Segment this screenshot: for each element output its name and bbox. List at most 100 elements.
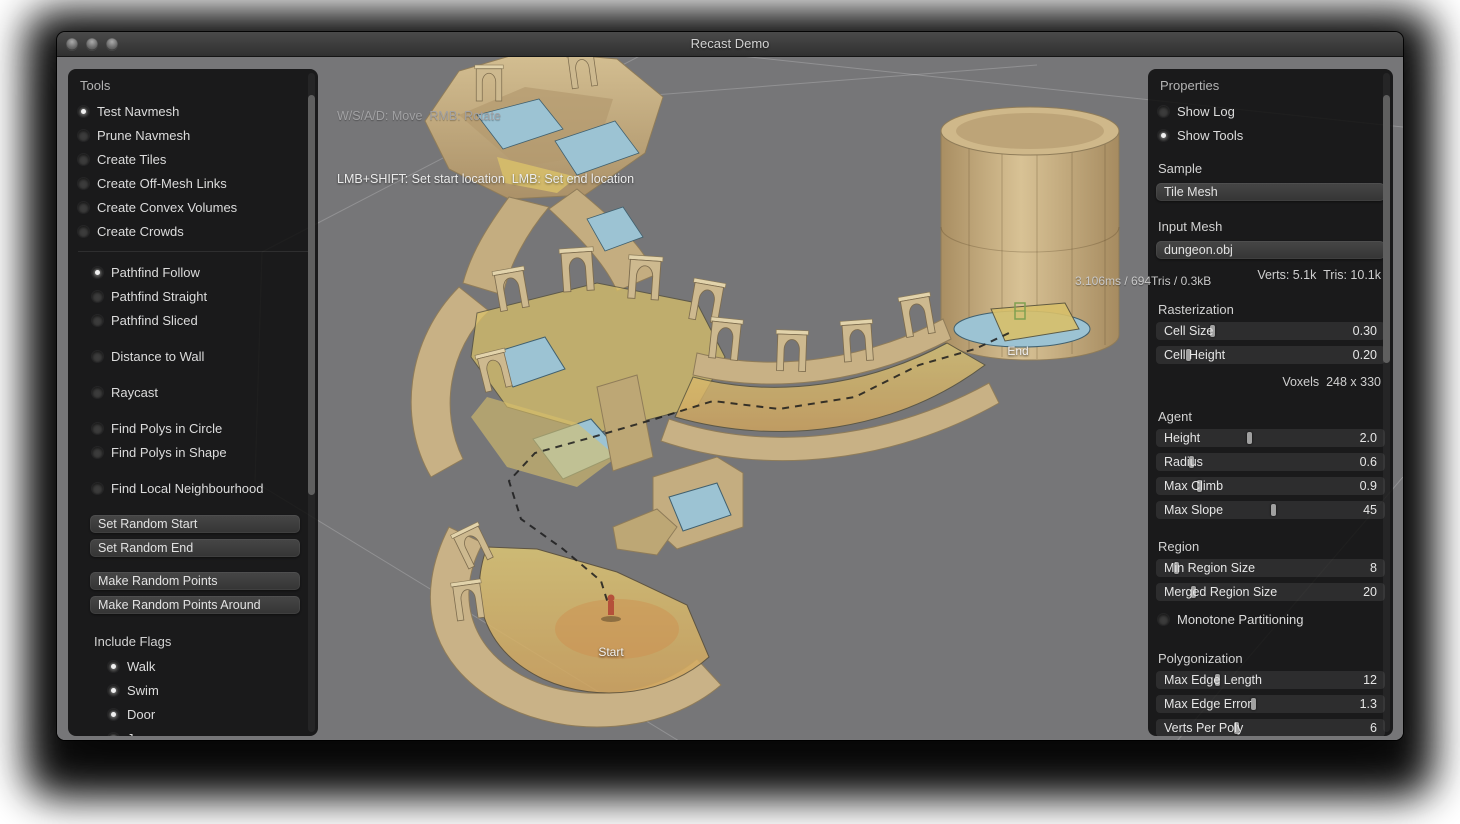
radio-checked-icon [108,733,119,737]
label: Pathfind Straight [111,289,207,304]
tool-option-list: Pathfind Follow Pathfind Straight Pathfind… [68,260,318,500]
tool-option-find-local-neighbourhood[interactable]: Find Local Neighbourhood [68,476,318,500]
label: Swim [127,683,159,698]
slider-value: 0.6 [1360,455,1377,469]
radio-checked-icon [108,661,119,672]
slider-label: Height [1164,431,1200,445]
slider-value: 0.20 [1353,348,1377,362]
tool-option-distance-to-wall[interactable]: Distance to Wall [68,344,318,368]
label: Show Tools [1177,128,1243,143]
radio-unchecked-icon [78,202,89,213]
sample-select[interactable]: Tile Mesh [1156,183,1385,201]
radio-unchecked-icon [78,178,89,189]
tools-scrollbar-thumb[interactable] [308,95,315,495]
radio-unchecked-icon [78,130,89,141]
properties-scrollbar[interactable] [1383,73,1390,732]
tool-mode-create-convex-volumes[interactable]: Create Convex Volumes [68,195,318,219]
properties-toggle-list: Show Log Show Tools [1148,99,1393,147]
slider-value: 6 [1370,721,1377,735]
radio-unchecked-icon [1158,614,1169,625]
include-flags-list: Walk Swim Door Jump [68,654,318,736]
slider-handle[interactable] [1247,432,1252,444]
label: Raycast [111,385,158,400]
tool-option-pathfind-follow[interactable]: Pathfind Follow [68,260,318,284]
toggle-show-log[interactable]: Show Log [1148,99,1393,123]
slider-value: 1.3 [1360,697,1377,711]
flag-jump[interactable]: Jump [68,726,318,736]
slider-value: 20 [1363,585,1377,599]
label: Distance to Wall [111,349,204,364]
flag-walk[interactable]: Walk [68,654,318,678]
slider-label: Verts Per Poly [1164,721,1243,735]
label: Create Convex Volumes [97,200,237,215]
label: Pathfind Sliced [111,313,198,328]
section-polygonization: PolygonizationMax Edge Length12 Max Edge … [1148,637,1393,736]
tool-mode-create-tiles[interactable]: Create Tiles [68,147,318,171]
screenshot-stage: Recast Demo [0,0,1460,824]
radio-unchecked-icon [92,291,103,302]
slider-max-edge-error[interactable]: Max Edge Error1.3 [1156,695,1385,713]
radio-checked-icon [108,709,119,720]
slider-label: Max Climb [1164,479,1223,493]
slider-label: Cell Height [1164,348,1225,362]
slider-max-climb[interactable]: Max Climb0.9 [1156,477,1385,495]
radio-unchecked-icon [92,447,103,458]
app-window: Recast Demo [57,32,1403,740]
toggle-show-tools[interactable]: Show Tools [1148,123,1393,147]
slider-height[interactable]: Height2.0 [1156,429,1385,447]
slider-label: Min Region Size [1164,561,1255,575]
help-line-2: LMB+SHIFT: Set start location LMB: Set e… [337,169,634,190]
flag-door[interactable]: Door [68,702,318,726]
tool-option-find-polys-in-circle[interactable]: Find Polys in Circle [68,416,318,440]
slider-min-region-size[interactable]: Min Region Size8 [1156,559,1385,577]
label: Pathfind Follow [111,265,200,280]
divider [78,251,308,252]
properties-scrollbar-thumb[interactable] [1383,95,1390,363]
properties-panel-title: Properties [1148,69,1393,99]
button-make-random-points-around[interactable]: Make Random Points Around [90,596,300,614]
section-title: Polygonization [1148,637,1393,671]
input-mesh-select[interactable]: dungeon.obj [1156,241,1385,259]
toggle-monotone-partitioning[interactable]: Monotone Partitioning [1148,607,1393,631]
tool-mode-create-crowds[interactable]: Create Crowds [68,219,318,243]
slider-value: 0.30 [1353,324,1377,338]
slider-merged-region-size[interactable]: Merged Region Size20 [1156,583,1385,601]
tool-option-find-polys-in-shape[interactable]: Find Polys in Shape [68,440,318,464]
button-set-random-end[interactable]: Set Random End [90,539,300,557]
button-set-random-start[interactable]: Set Random Start [90,515,300,533]
tool-option-pathfind-sliced[interactable]: Pathfind Sliced [68,308,318,332]
tool-mode-list: Test NavmeshPrune NavmeshCreate TilesCre… [68,99,318,243]
radio-unchecked-icon [1158,106,1169,117]
slider-cell-height[interactable]: Cell Height 0.20 [1156,346,1385,364]
slider-handle[interactable] [1251,698,1256,710]
tool-mode-test-navmesh[interactable]: Test Navmesh [68,99,318,123]
flag-swim[interactable]: Swim [68,678,318,702]
section-title: Agent [1148,395,1393,429]
radio-checked-icon [92,267,103,278]
sample-label: Sample [1148,147,1393,181]
start-label: Start [598,645,623,659]
input-mesh-label: Input Mesh [1148,205,1393,239]
tool-mode-prune-navmesh[interactable]: Prune Navmesh [68,123,318,147]
slider-max-slope[interactable]: Max Slope45 [1156,501,1385,519]
radio-checked-icon [1158,130,1169,141]
slider-radius[interactable]: Radius0.6 [1156,453,1385,471]
slider-value: 12 [1363,673,1377,687]
slider-cell-size[interactable]: Cell Size0.30 [1156,322,1385,340]
properties-sections: RasterizationCell Size0.30Cell Height0.2… [1148,288,1393,736]
section-rasterization: RasterizationCell Size0.30Cell Height0.2… [1148,288,1393,389]
slider-max-edge-length[interactable]: Max Edge Length12 [1156,671,1385,689]
slider-verts-per-poly[interactable]: Verts Per Poly 6 [1156,719,1385,736]
section-title: Region [1148,525,1393,559]
tool-option-pathfind-straight[interactable]: Pathfind Straight [68,284,318,308]
label: Door [127,707,155,722]
tools-scrollbar[interactable] [308,73,315,732]
tool-option-raycast[interactable]: Raycast [68,380,318,404]
titlebar[interactable]: Recast Demo [57,32,1403,57]
button-make-random-points[interactable]: Make Random Points [90,572,300,590]
tool-mode-create-off-mesh-links[interactable]: Create Off-Mesh Links [68,171,318,195]
label: Find Polys in Circle [111,421,222,436]
slider-handle[interactable] [1271,504,1276,516]
radio-unchecked-icon [78,226,89,237]
label: Show Log [1177,104,1235,119]
